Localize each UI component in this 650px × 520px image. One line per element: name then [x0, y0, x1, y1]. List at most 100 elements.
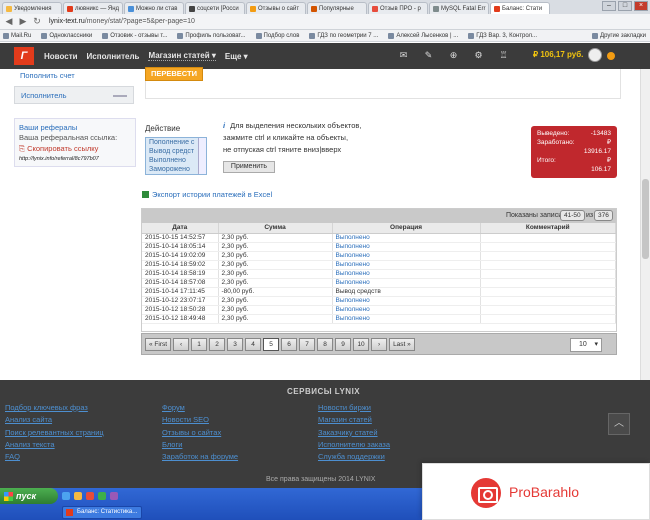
browser-tab[interactable]: Можно ли став: [124, 2, 184, 14]
page-button-2[interactable]: 2: [209, 337, 226, 351]
footer-link[interactable]: Исполнителю заказа: [318, 439, 390, 451]
folder-icon[interactable]: [74, 492, 82, 500]
forward-icon[interactable]: ▶: [17, 16, 29, 28]
footer-link[interactable]: Служба поддержки: [318, 451, 390, 463]
back-icon[interactable]: ◀: [3, 16, 15, 28]
footer-link[interactable]: Подбор ключевых фраз: [5, 402, 104, 414]
start-button[interactable]: пуск: [0, 488, 58, 504]
nav-news[interactable]: Новости: [44, 52, 78, 61]
ie-icon[interactable]: [62, 492, 70, 500]
col-operation[interactable]: Операция: [332, 223, 481, 234]
footer-link[interactable]: Отзывы о сайтах: [162, 427, 238, 439]
nav-more[interactable]: Еще ▾: [225, 52, 248, 61]
footer-link[interactable]: FAQ: [5, 451, 104, 463]
cell-operation[interactable]: Выполнено: [332, 251, 481, 261]
chrome-icon[interactable]: [98, 492, 106, 500]
page-last-button[interactable]: Last »: [389, 337, 415, 351]
notification-badge[interactable]: [607, 52, 615, 60]
footer-link[interactable]: Заказчику статей: [318, 427, 390, 439]
action-listbox[interactable]: Пополнение с Вывод средст Выполнено Замо…: [145, 137, 207, 175]
app-icon[interactable]: [110, 492, 118, 500]
site-logo[interactable]: Г: [14, 47, 34, 65]
taskbar-task[interactable]: Баланс: Статистика...: [62, 506, 142, 519]
avatar[interactable]: [588, 48, 602, 62]
page-button-1[interactable]: 1: [191, 337, 208, 351]
page-button-9[interactable]: 9: [335, 337, 352, 351]
minimize-icon[interactable]: –: [602, 1, 616, 11]
sidebar-item-topup[interactable]: Пополнить счет: [14, 69, 134, 82]
copy-link-button[interactable]: ⎘ Скопировать ссылку: [19, 144, 131, 154]
page-button-6[interactable]: 6: [281, 337, 298, 351]
mail-icon[interactable]: ✉: [398, 50, 409, 61]
bookmark-item[interactable]: Одноклассники: [41, 32, 92, 39]
footer-link[interactable]: Заработок на форуме: [162, 451, 238, 463]
cell-operation[interactable]: Выполнено: [332, 296, 481, 306]
page-next-button[interactable]: ›: [371, 337, 388, 351]
sidebar-item-executor[interactable]: Исполнитель: [14, 86, 134, 104]
close-icon[interactable]: ×: [634, 1, 648, 11]
footer-link[interactable]: Блоги: [162, 439, 238, 451]
bookmark-item[interactable]: ГДЗ по геометрии 7 ...: [309, 32, 378, 39]
reload-icon[interactable]: ↻: [31, 16, 43, 28]
cart-icon[interactable]: ♖: [498, 50, 509, 61]
browser-tab[interactable]: Популярные: [307, 2, 367, 14]
bookmark-item[interactable]: Подбор слов: [255, 32, 299, 39]
page-first-button[interactable]: « First: [145, 337, 172, 351]
bookmark-other[interactable]: Другие закладки: [592, 32, 646, 39]
opera-icon[interactable]: [86, 492, 94, 500]
browser-tab[interactable]: Уведомления: [2, 2, 62, 14]
browser-tab[interactable]: Баланс: Стати: [490, 2, 550, 14]
page-button-7[interactable]: 7: [299, 337, 316, 351]
cell-operation[interactable]: Выполнено: [332, 260, 481, 270]
bookmark-item[interactable]: Отзовик - отзывы т...: [102, 32, 167, 39]
cell-operation[interactable]: Выполнено: [332, 278, 481, 288]
page-button-3[interactable]: 3: [227, 337, 244, 351]
bookmark-item[interactable]: Mail.Ru: [3, 32, 31, 39]
scroll-top-button[interactable]: ︿: [608, 413, 630, 435]
referrals-link[interactable]: Ваши рефералы: [19, 123, 131, 132]
listbox-option[interactable]: Выполнено: [146, 156, 206, 165]
cell-operation[interactable]: Выполнено: [332, 233, 481, 243]
cell-operation[interactable]: Выполнено: [332, 305, 481, 315]
header-balance[interactable]: ₽ 106,17 руб.: [533, 50, 583, 59]
footer-link[interactable]: Форум: [162, 402, 238, 414]
browser-tab[interactable]: MySQL Fatal Err: [429, 2, 489, 14]
footer-link[interactable]: Анализ сайта: [5, 414, 104, 426]
cell-operation[interactable]: Выполнено: [332, 314, 481, 324]
browser-tab[interactable]: Отзывы о сайт: [246, 2, 306, 14]
cell-operation[interactable]: Выполнено: [332, 269, 481, 279]
footer-link[interactable]: Анализ текста: [5, 439, 104, 451]
nav-article-shop[interactable]: Магазин статей ▾: [148, 51, 216, 61]
bookmark-item[interactable]: ГДЗ Вар. 3, Контрол...: [468, 32, 537, 39]
transfer-button[interactable]: ПЕРЕВЕСТИ: [145, 67, 203, 81]
per-page-select[interactable]: 10: [570, 338, 602, 352]
browser-tab[interactable]: лювникс — Янд: [63, 2, 123, 14]
bookmark-item[interactable]: Профиль пользоват...: [177, 32, 246, 39]
listbox-option[interactable]: Вывод средст: [146, 147, 206, 156]
listbox-scrollbar[interactable]: [198, 138, 206, 174]
footer-link[interactable]: Новости биржи: [318, 402, 390, 414]
apply-button[interactable]: Применить: [223, 161, 275, 173]
page-prev-button[interactable]: ‹: [173, 337, 190, 351]
bookmark-item[interactable]: Алексей Лысенков | ...: [388, 32, 458, 39]
col-comment[interactable]: Комментарий: [480, 223, 616, 234]
footer-link[interactable]: Магазин статей: [318, 414, 390, 426]
plus-icon[interactable]: ⊕: [448, 50, 459, 61]
maximize-icon[interactable]: □: [618, 1, 632, 11]
col-date[interactable]: Дата: [142, 223, 219, 234]
page-button-10[interactable]: 10: [353, 337, 370, 351]
listbox-option[interactable]: Пополнение с: [146, 138, 206, 147]
col-sum[interactable]: Сумма: [218, 223, 333, 234]
gear-icon[interactable]: ⚙: [473, 50, 484, 61]
page-button-4[interactable]: 4: [245, 337, 262, 351]
export-excel-link[interactable]: Экспорт истории платежей в Excel: [142, 190, 272, 199]
page-button-5[interactable]: 5: [263, 337, 280, 351]
listbox-option[interactable]: Заморожено: [146, 165, 206, 174]
cell-operation[interactable]: Выполнено: [332, 242, 481, 252]
nav-executor[interactable]: Исполнитель: [87, 52, 140, 61]
pencil-icon[interactable]: ✎: [423, 50, 434, 61]
page-button-8[interactable]: 8: [317, 337, 334, 351]
scrollbar-thumb[interactable]: [642, 179, 649, 259]
url-field[interactable]: lynix-text.ru/money/stat/?page=5&per-pag…: [49, 18, 195, 25]
browser-tab[interactable]: соцсети [Росси: [185, 2, 245, 14]
